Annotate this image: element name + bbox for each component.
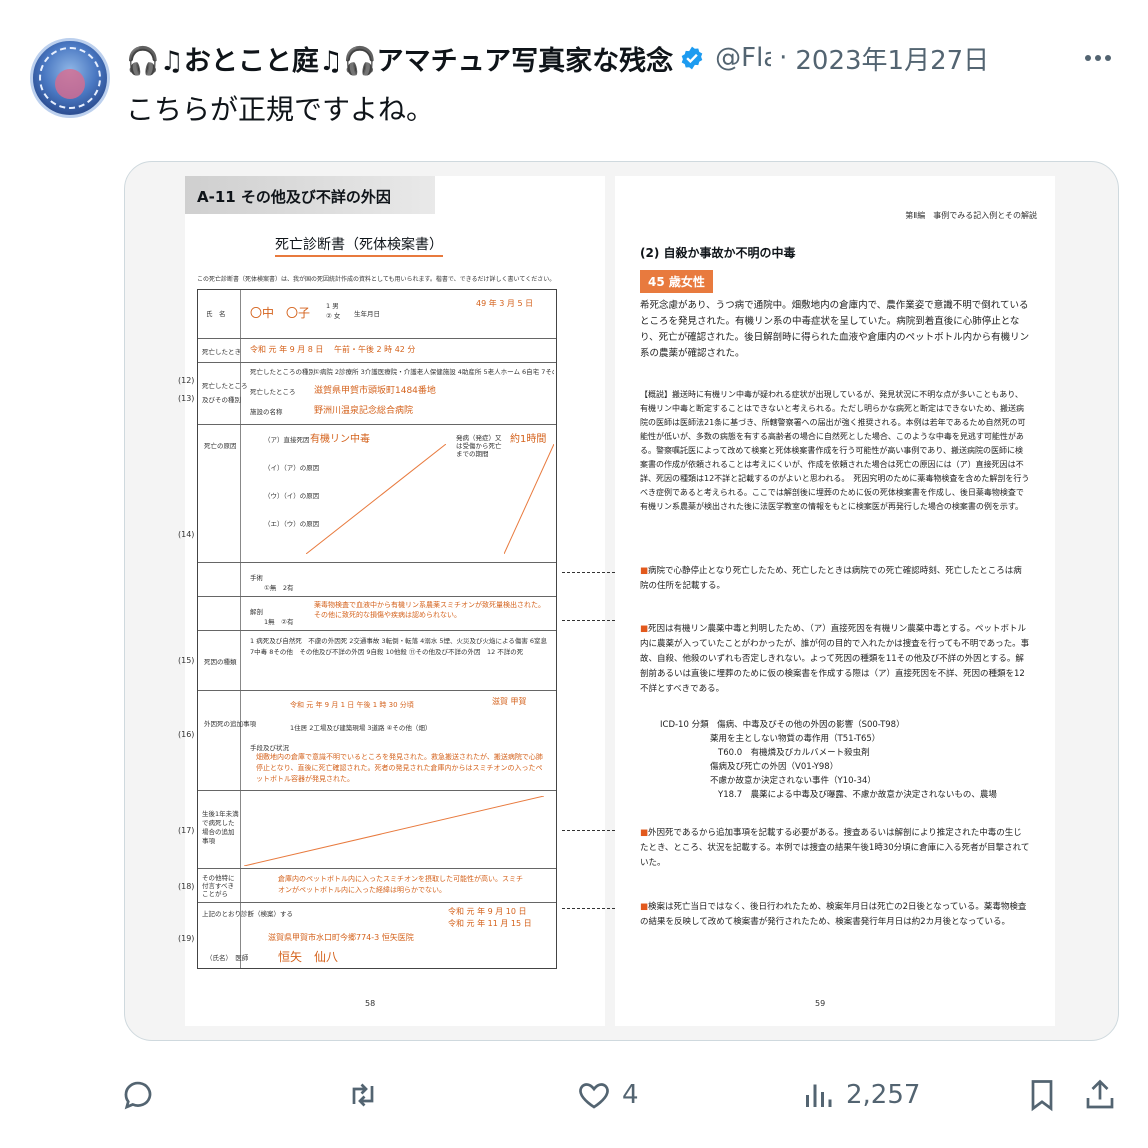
page-number-left: 58 bbox=[365, 999, 376, 1008]
death-time-label: 死亡したとき bbox=[202, 348, 241, 356]
reply-button[interactable] bbox=[120, 1073, 166, 1117]
external-place-value: 滋賀 甲賀 bbox=[492, 697, 527, 706]
onset-value: 約1時間 bbox=[510, 434, 547, 445]
row-number: (14) bbox=[178, 530, 195, 539]
place-kind-options: ①病院 2診療所 3介護医療院・介護老人保健施設 4助産所 5老人ホーム 6自宅… bbox=[314, 368, 554, 376]
row-number: (12) bbox=[178, 376, 195, 385]
cause-a-value: 有機リン中毒 bbox=[310, 434, 370, 445]
views-count: 2,257 bbox=[846, 1080, 921, 1110]
external-label: 外因死の追加事項 bbox=[204, 720, 256, 728]
doctor-name: 恒矢 仙八 bbox=[278, 950, 339, 964]
reply-icon bbox=[124, 1081, 152, 1110]
infant-strike-line bbox=[244, 796, 544, 866]
verified-badge-icon bbox=[681, 46, 703, 70]
user-handle[interactable]: @Fla bbox=[715, 43, 771, 73]
separator-dot: · bbox=[779, 43, 788, 73]
like-button[interactable]: 4 bbox=[576, 1073, 639, 1117]
certify-date-b: 令和 元 年 11 月 15 日 bbox=[448, 919, 532, 928]
other-text: 倉庫内のペットボトル内に入ったスミチオンを摂取した可能性が高い。スミチオンがペッ… bbox=[278, 875, 523, 894]
like-count: 4 bbox=[622, 1080, 639, 1110]
cause-row-a: （ア）直接死因 bbox=[264, 436, 310, 444]
hospital-address: 滋賀県甲賀市水口町今郷774-3 恒矢医院 bbox=[268, 933, 414, 942]
bookmark-button[interactable] bbox=[1024, 1073, 1060, 1117]
heart-icon bbox=[579, 1083, 609, 1109]
certificate-form: 氏 名 〇中 〇子 1 男 ② 女 生年月日 49 年 3 月 5 日 死亡した… bbox=[178, 289, 557, 969]
facility-label: 施設の名称 bbox=[250, 408, 283, 416]
kind-text: 1 病死及び自然死 不慮の外因死 2交通事故 3転倒・転落 4溺水 5煙、火災及… bbox=[250, 637, 548, 656]
name-label: 氏 名 bbox=[206, 310, 226, 318]
cause-label: 死亡の原因 bbox=[204, 442, 237, 450]
note-cause: ■死因は有機リン農薬中毒と判明したため、（ア）直接死因を有機リン農薬中毒とする。… bbox=[640, 624, 1030, 694]
surgery-options: ①無 2有 bbox=[264, 584, 294, 592]
avatar[interactable] bbox=[30, 38, 110, 118]
avatar-figure bbox=[55, 69, 85, 99]
row-number: (18) bbox=[178, 882, 195, 891]
share-icon bbox=[1086, 1079, 1114, 1109]
note-certify: ■検案は死亡当日ではなく、後日行われたため、検案年月日は死亡の2日後となっている… bbox=[640, 902, 1027, 927]
cause-strike-line bbox=[306, 444, 446, 554]
page-number-right: 59 bbox=[815, 999, 826, 1008]
other-label: その他特に付言すべきことがら bbox=[202, 874, 235, 898]
case-overview: 【概説】搬送時に有機リン中毒が疑われる症状が出現しているが、発見状況に不明な点が… bbox=[640, 390, 1030, 511]
row-number: (13) bbox=[178, 394, 195, 403]
onset-strike-line bbox=[504, 444, 554, 554]
display-name[interactable]: 🎧♫おとこと庭♫🎧アマチュア写真家な残念 bbox=[126, 39, 673, 78]
note-external: ■外因死であるから追加事項を記載する必要がある。捜査あるいは解剖により推定された… bbox=[640, 828, 1030, 868]
retweet-icon bbox=[352, 1083, 374, 1107]
row-number: (16) bbox=[178, 730, 195, 739]
views-button[interactable]: 2,257 bbox=[800, 1073, 920, 1117]
left-page: A-11 その他及び不詳の外因 死亡診断書（死体検案書） この死亡診断書（死体検… bbox=[178, 176, 605, 1026]
onset-label: 発病（発症）又は受傷から死亡までの期間 bbox=[456, 434, 502, 458]
row-number: (15) bbox=[178, 656, 195, 665]
name-value: 〇中 〇子 bbox=[250, 306, 311, 320]
external-place-kind: 1住居 2工場及び建築現場 3道路 ④その他（畑） bbox=[290, 724, 432, 732]
right-page: 第Ⅱ編 事例でみる記入例とその解説 (2) 自殺か事故か不明の中毒 45 歳女性… bbox=[615, 176, 1055, 1026]
place-address: 滋賀県甲賀市頭坂町1484番地 bbox=[314, 386, 436, 396]
note-death-place: ■病院で心静停止となり死亡したため、死亡したときは病院での死亡確認時刻、死亡した… bbox=[640, 566, 1022, 591]
place-label-b: 及びその種別 bbox=[202, 396, 241, 404]
certify-label: 上記のとおり診断（検案）する bbox=[202, 910, 293, 918]
doctor-label: （氏名） 医師 bbox=[206, 954, 249, 962]
tweet-media-image[interactable]: A-11 その他及び不詳の外因 死亡診断書（死体検案書） この死亡診断書（死体検… bbox=[124, 161, 1119, 1041]
place-kind-label: 死亡したところの種別 bbox=[250, 368, 315, 376]
right-page-header: 第Ⅱ編 事例でみる記入例とその解説 bbox=[905, 211, 1037, 220]
certify-date-a: 令和 元 年 9 月 10 日 bbox=[448, 907, 527, 916]
sex-options: 1 男 ② 女 bbox=[326, 302, 346, 320]
autopsy-finding: 薬毒物検査で血液中から有機リン系農薬スミチオンが致死量検出された。その他に致死的… bbox=[314, 601, 545, 619]
tweet-action-bar: 4 2,257 bbox=[0, 1065, 1148, 1125]
surgery-label: 手術 bbox=[250, 574, 263, 582]
form-note: この死亡診断書（死体検案書）は、我が国の死因統計作成の資料としても用いられます。… bbox=[197, 276, 556, 283]
retweet-button[interactable] bbox=[345, 1073, 391, 1117]
facility-name: 野洲川温泉記念総合病院 bbox=[314, 406, 414, 416]
views-chart-icon bbox=[806, 1084, 832, 1107]
external-time: 令和 元 年 9 月 1 日 午後 1 時 30 分頃 bbox=[290, 701, 414, 709]
age-badge: 45 歳女性 bbox=[640, 270, 713, 293]
infant-label: 生後1年未満で病死した場合の追加事項 bbox=[202, 810, 239, 845]
birth-value: 49 年 3 月 5 日 bbox=[476, 299, 534, 308]
row-number: (17) bbox=[178, 826, 195, 835]
share-button[interactable] bbox=[1082, 1073, 1118, 1117]
case-intro: 希死念慮があり、うつ病で通院中。畑敷地内の倉庫内で、農作業姿で意識不明で倒れてい… bbox=[640, 300, 1030, 359]
row-number: (19) bbox=[178, 934, 195, 943]
bookmark-icon bbox=[1031, 1080, 1053, 1112]
place-address-label: 死亡したところ bbox=[250, 388, 296, 396]
icd-list: ICD-10 分類 傷病、中毒及びその他の外因の影響（S00-T98） 薬用を主… bbox=[660, 720, 997, 800]
more-options-icon[interactable] bbox=[1078, 40, 1118, 76]
tweet-date[interactable]: 2023年1月27日 bbox=[795, 40, 989, 77]
section-title: A-11 その他及び不詳の外因 bbox=[185, 176, 435, 214]
death-time-value: 令和 元 年 9 月 8 日 午前・午後 2 時 42 分 bbox=[250, 345, 416, 354]
tweet-header: 🎧♫おとこと庭♫🎧アマチュア写真家な残念 @Fla · 2023年1月27日 bbox=[126, 38, 1078, 78]
situation-text: 畑敷地内の倉庫で意識不明でいるところを発見された。救急搬送されたが、搬送病院で心… bbox=[256, 753, 543, 783]
birth-label: 生年月日 bbox=[354, 310, 380, 318]
place-label-a: 死亡したところ bbox=[202, 382, 248, 390]
autopsy-label: 解剖 bbox=[250, 608, 263, 616]
autopsy-options: 1無 ②有 bbox=[264, 618, 294, 626]
form-title: 死亡診断書（死体検案書） bbox=[275, 234, 443, 257]
tweet-text: こちらが正規ですよね。 bbox=[126, 93, 435, 126]
situation-label: 手段及び状況 bbox=[250, 744, 289, 752]
case-subtitle: (2) 自殺か事故か不明の中毒 bbox=[640, 246, 796, 260]
kind-label: 死因の種類 bbox=[204, 658, 237, 666]
